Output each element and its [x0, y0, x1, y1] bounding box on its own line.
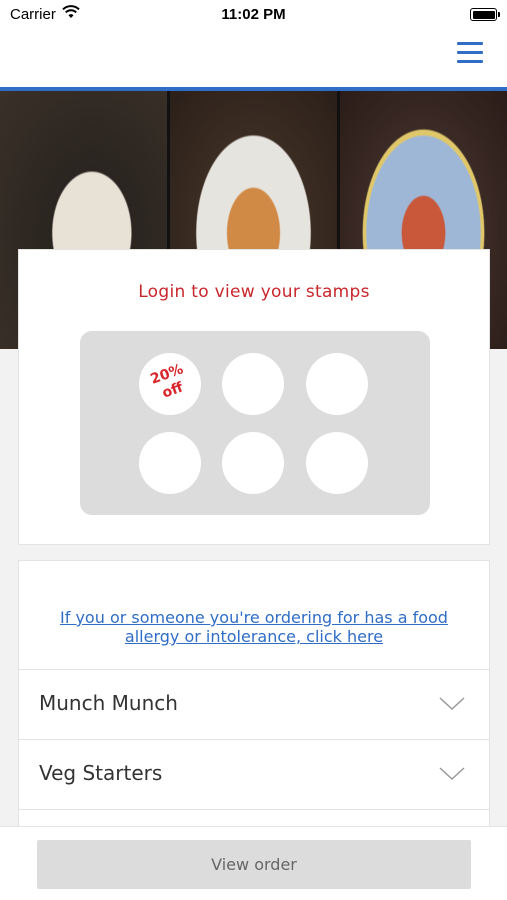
stamp-3[interactable]	[306, 353, 368, 415]
stamp-grid: 20% off	[80, 331, 430, 515]
battery-icon	[470, 8, 500, 21]
allergy-info-link[interactable]: If you or someone you're ordering for ha…	[39, 608, 469, 646]
allergy-info-card: If you or someone you're ordering for ha…	[18, 560, 490, 670]
hamburger-menu-icon[interactable]	[457, 42, 483, 64]
chevron-down-icon	[439, 767, 465, 781]
stamp-reward-label: 20% off	[148, 361, 186, 402]
chevron-down-icon	[439, 697, 465, 711]
stamp-4[interactable]	[139, 432, 201, 494]
app-header	[0, 30, 507, 87]
stamp-card-title[interactable]: Login to view your stamps	[19, 282, 489, 302]
view-order-button[interactable]: View order	[37, 840, 471, 889]
menu-category-veg-starters[interactable]: Veg Starters	[18, 740, 490, 810]
footer-bar: View order	[0, 826, 507, 900]
stamp-5[interactable]	[222, 432, 284, 494]
status-time: 11:02 PM	[221, 6, 286, 23]
stamp-6[interactable]	[306, 432, 368, 494]
status-bar: Carrier 11:02 PM	[0, 0, 507, 30]
menu-category-munch-munch[interactable]: Munch Munch	[18, 670, 490, 740]
loyalty-stamp-card: Login to view your stamps 20% off	[18, 249, 490, 545]
stamp-2[interactable]	[222, 353, 284, 415]
stamp-1[interactable]: 20% off	[139, 353, 201, 415]
category-label: Munch Munch	[39, 691, 178, 715]
category-label: Veg Starters	[39, 761, 163, 785]
